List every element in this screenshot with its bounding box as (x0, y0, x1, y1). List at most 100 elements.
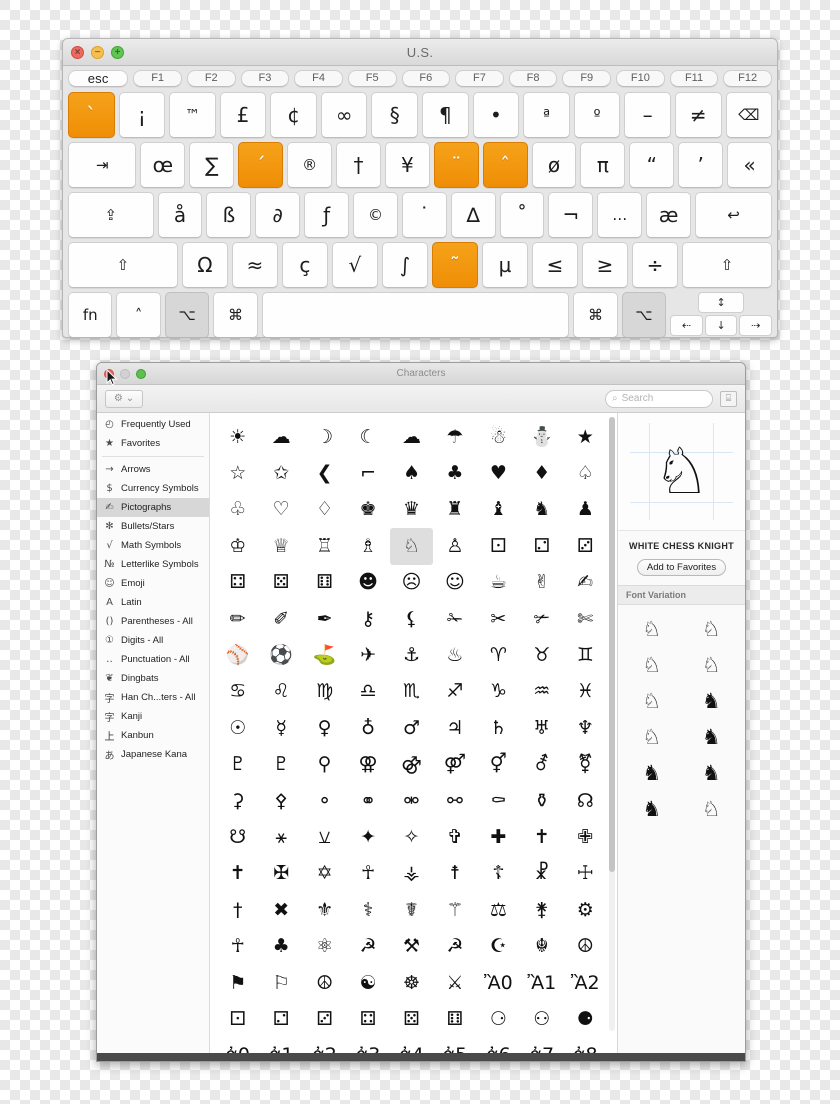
key-¨[interactable]: ¨ (433, 142, 479, 188)
key-¡[interactable]: ¡ (118, 92, 166, 138)
character-cell[interactable]: ✙ (564, 819, 607, 855)
character-cell[interactable]: ⛳ (303, 637, 346, 673)
character-cell[interactable]: ⚶ (390, 856, 433, 892)
key-f7[interactable]: F7 (455, 70, 504, 87)
character-cell[interactable]: ⚮ (390, 783, 433, 819)
character-cell[interactable]: ☧ (520, 856, 563, 892)
character-cell[interactable]: ♎ (346, 674, 389, 710)
key-†[interactable]: † (336, 142, 381, 188)
character-cell[interactable]: ✄ (564, 601, 607, 637)
sidebar-item-parentheses-all[interactable]: () Parentheses - All (97, 612, 209, 631)
key-˄[interactable]: ˄ (116, 292, 161, 337)
character-cell[interactable]: ⚀ (216, 1001, 259, 1037)
character-cell[interactable]: ♍ (303, 674, 346, 710)
key-f6[interactable]: F6 (401, 70, 451, 87)
key-f4[interactable]: F4 (294, 70, 343, 87)
sidebar-item-bullets-stars[interactable]: ✻ Bullets/Stars (97, 517, 209, 536)
character-cell[interactable]: ⚸ (390, 601, 433, 637)
character-cell[interactable]: ⚑ (216, 965, 259, 1001)
character-cell[interactable]: ♃ (433, 710, 476, 746)
key-§[interactable]: § (371, 92, 419, 138)
character-cell[interactable]: ⚭ (346, 783, 389, 819)
character-cell[interactable]: ⚺ (303, 819, 346, 855)
sidebar-item-japanese-kana[interactable]: あ Japanese Kana (97, 745, 209, 764)
character-cell[interactable]: ⚷ (346, 601, 389, 637)
character-cell[interactable]: ♑ (477, 674, 520, 710)
key-œ[interactable]: œ (140, 142, 186, 188)
key-“[interactable]: “ (629, 142, 675, 188)
character-cell[interactable]: ☊ (564, 783, 607, 819)
font-variation-cell[interactable]: ♘ (622, 719, 682, 755)
character-cell[interactable]: ⚅ (303, 565, 346, 601)
sidebar-item-math-symbols[interactable]: √ Math Symbols (97, 536, 209, 555)
character-cell[interactable]: ☤ (390, 892, 433, 928)
key-f8[interactable]: F8 (508, 70, 558, 87)
sidebar-item-currency-symbols[interactable]: $ Currency Symbols (97, 479, 209, 498)
character-cell[interactable]: ♜ (433, 492, 476, 528)
character-cell[interactable]: ☩ (564, 856, 607, 892)
key-©[interactable]: © (353, 192, 398, 238)
character-cell[interactable]: ✍ (564, 565, 607, 601)
sidebar-item-letterlike-symbols[interactable]: № Letterlike Symbols (97, 555, 209, 574)
arrow-up-key[interactable]: ↕ (698, 292, 745, 313)
key-⌘[interactable]: ⌘ (573, 292, 618, 337)
character-cell[interactable]: ⚀ (477, 528, 520, 564)
character-cell[interactable]: ☥ (216, 928, 259, 964)
character-cell[interactable]: ♆ (564, 710, 607, 746)
font-variation-cell[interactable]: ♞ (682, 719, 742, 755)
character-cell[interactable]: ♚ (346, 492, 389, 528)
character-cell[interactable]: ⚁ (520, 528, 563, 564)
key-∂[interactable]: ∂ (255, 192, 301, 238)
character-cell[interactable]: ♝ (477, 492, 520, 528)
sidebar-item-punctuation-all[interactable]: ‥ Punctuation - All (97, 650, 209, 669)
key-Ω[interactable]: Ω (181, 242, 228, 288)
character-cell[interactable]: ♐ (433, 674, 476, 710)
close-button[interactable] (104, 369, 114, 379)
character-cell[interactable]: ⚕ (346, 892, 389, 928)
font-variation-cell[interactable]: ♘ (622, 647, 682, 683)
search-field[interactable]: ⌕ Search (605, 389, 713, 408)
key-ˆ[interactable]: ˆ (482, 142, 528, 188)
character-cell[interactable]: ♣ (259, 928, 302, 964)
key-˚[interactable]: ˚ (499, 192, 545, 238)
character-cell[interactable]: ✏ (216, 601, 259, 637)
character-cell[interactable]: ☺ (433, 565, 476, 601)
character-cell[interactable]: ☪ (477, 928, 520, 964)
font-variation-cell[interactable]: ♘ (682, 611, 742, 647)
character-cell[interactable]: ☮ (303, 965, 346, 1001)
key-⇧[interactable]: ⇧ (68, 242, 178, 288)
character-cell[interactable]: ☃ (477, 419, 520, 455)
key-space[interactable] (261, 292, 570, 337)
key-…[interactable]: … (597, 192, 643, 238)
character-cell[interactable]: ☯ (346, 965, 389, 1001)
character-cell[interactable]: ✩ (259, 455, 302, 491)
character-cell[interactable]: ♀ (303, 710, 346, 746)
character-cell[interactable]: ⚢ (346, 747, 389, 783)
character-cell[interactable]: ✚ (477, 819, 520, 855)
character-cell[interactable]: ☸ (390, 965, 433, 1001)
character-cell[interactable]: ♗ (346, 528, 389, 564)
key-–[interactable]: – (624, 92, 671, 138)
key-ß[interactable]: ß (206, 192, 252, 238)
sidebar-item-han-ch-ters-all[interactable]: 字 Han Ch...ters - All (97, 688, 209, 707)
character-cell[interactable]: ♅ (520, 710, 563, 746)
character-cell[interactable]: ☹ (390, 565, 433, 601)
character-cell[interactable]: ❮ (303, 455, 346, 491)
key-´[interactable]: ´ (238, 142, 284, 188)
character-cell[interactable]: ⚵ (520, 892, 563, 928)
key-˙[interactable]: ˙ (401, 192, 447, 238)
sidebar-item-favorites[interactable]: ★ Favorites (97, 434, 209, 453)
character-cell[interactable]: ⚾ (216, 637, 259, 673)
character-cell[interactable]: ♢ (303, 492, 346, 528)
minimize-button[interactable] (120, 369, 130, 379)
character-cell[interactable]: ☁ (390, 419, 433, 455)
character-cell[interactable]: ☾ (346, 419, 389, 455)
character-cell[interactable]: ⚹ (259, 819, 302, 855)
key-≈[interactable]: ≈ (231, 242, 278, 288)
key-f1[interactable]: F1 (133, 70, 182, 87)
key-™[interactable]: ™ (169, 92, 216, 138)
character-cell[interactable]: Ἂ0 (477, 965, 520, 1001)
sidebar-item-kanbun[interactable]: ㆖ Kanbun (97, 726, 209, 745)
key-⇪[interactable]: ⇪ (68, 192, 154, 238)
character-cell[interactable]: ⚯ (433, 783, 476, 819)
